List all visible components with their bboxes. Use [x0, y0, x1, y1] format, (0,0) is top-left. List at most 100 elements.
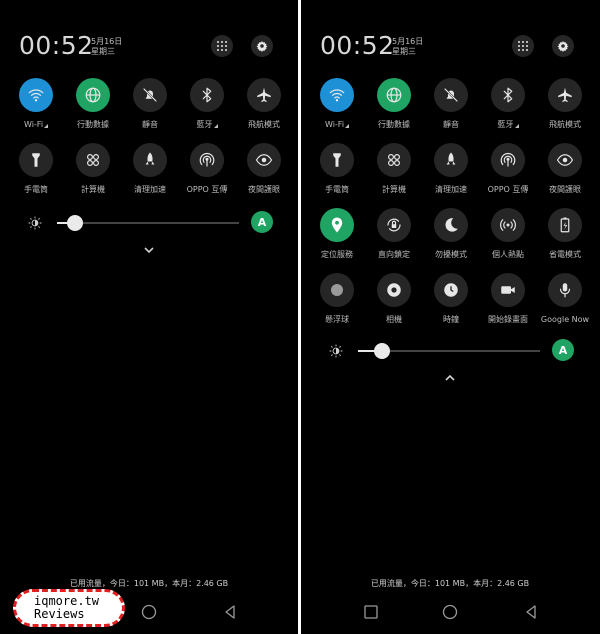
tile-wifi[interactable]: Wi-Fi: [6, 78, 66, 131]
tile-button[interactable]: [377, 78, 411, 112]
tile-button[interactable]: [491, 208, 525, 242]
expand-corner-icon: [345, 123, 350, 128]
tile-button[interactable]: [76, 78, 110, 112]
tile-airplane[interactable]: 飛航模式: [234, 78, 294, 131]
tile-label: 夜間護眼: [248, 185, 280, 194]
tile-button[interactable]: [377, 273, 411, 307]
airplane-icon: [255, 86, 273, 104]
tile-rocket[interactable]: 清理加速: [421, 143, 481, 196]
tile-button[interactable]: [377, 208, 411, 242]
moon-icon: [442, 216, 460, 234]
tile-button[interactable]: [434, 208, 468, 242]
tile-button[interactable]: [133, 143, 167, 177]
tile-location[interactable]: 定位服務: [307, 208, 367, 261]
tile-button[interactable]: [320, 273, 354, 307]
eye-icon: [556, 151, 574, 169]
tile-video-record[interactable]: 開始錄畫面: [478, 273, 538, 326]
collapse-chevron-icon[interactable]: [444, 367, 456, 381]
tile-label-wrap: Wi-Fi: [325, 120, 350, 129]
auto-brightness-button[interactable]: A: [251, 211, 273, 233]
back-button[interactable]: [222, 604, 238, 624]
tile-label-wrap: 靜音: [443, 119, 459, 130]
tile-button[interactable]: [19, 143, 53, 177]
tile-mute-bell[interactable]: 靜音: [421, 78, 481, 131]
expand-corner-icon: [44, 123, 49, 128]
tile-button[interactable]: [19, 78, 53, 112]
tile-label-wrap: 行動數據: [77, 119, 109, 130]
tile-button[interactable]: [491, 273, 525, 307]
brightness-thumb[interactable]: [67, 215, 83, 231]
tile-calculator[interactable]: 計算機: [364, 143, 424, 196]
brightness-slider[interactable]: [358, 343, 540, 359]
tile-hotspot[interactable]: 個人熱點: [478, 208, 538, 261]
tile-battery[interactable]: 省電模式: [535, 208, 595, 261]
tile-label: 開始錄畫面: [488, 315, 528, 324]
tile-button[interactable]: [320, 143, 354, 177]
tile-button[interactable]: [434, 273, 468, 307]
tile-label: Wi-Fi: [23, 120, 44, 129]
tile-wifi[interactable]: Wi-Fi: [307, 78, 367, 131]
globe-icon: [385, 86, 403, 104]
tile-button[interactable]: [320, 208, 354, 242]
tile-label: 手電筒: [24, 185, 48, 194]
tile-eye[interactable]: 夜間護眼: [535, 143, 595, 196]
tile-rotation-lock[interactable]: 直向鎖定: [364, 208, 424, 261]
tile-label-wrap: 定位服務: [321, 249, 353, 260]
settings-button[interactable]: [552, 35, 574, 57]
tile-float-ball[interactable]: 懸浮球: [307, 273, 367, 326]
tile-button[interactable]: [548, 208, 582, 242]
home-button[interactable]: [442, 604, 458, 624]
tile-button[interactable]: [247, 78, 281, 112]
tile-bluetooth[interactable]: 藍牙: [177, 78, 237, 131]
brightness-thumb[interactable]: [374, 343, 390, 359]
tile-share[interactable]: OPPO 互傳: [177, 143, 237, 196]
tile-button[interactable]: [133, 78, 167, 112]
tile-airplane[interactable]: 飛航模式: [535, 78, 595, 131]
back-button[interactable]: [523, 604, 539, 624]
tile-button[interactable]: [434, 143, 468, 177]
tile-button[interactable]: [190, 78, 224, 112]
tile-button[interactable]: [548, 78, 582, 112]
tile-button[interactable]: [434, 78, 468, 112]
tile-label-wrap: 省電模式: [549, 249, 581, 260]
tile-eye[interactable]: 夜間護眼: [234, 143, 294, 196]
tile-label-wrap: 勿擾模式: [435, 249, 467, 260]
tile-share[interactable]: OPPO 互傳: [478, 143, 538, 196]
watermark-line2: Reviews: [34, 607, 85, 621]
tile-bluetooth[interactable]: 藍牙: [478, 78, 538, 131]
tile-calculator[interactable]: 計算機: [63, 143, 123, 196]
tile-button[interactable]: [320, 78, 354, 112]
tile-button[interactable]: [491, 78, 525, 112]
brightness-slider[interactable]: [57, 215, 239, 231]
tile-button[interactable]: [548, 143, 582, 177]
data-usage-text: 已用流量，今日：101 MB，本月：2.46 GB: [370, 579, 530, 588]
tile-mic[interactable]: Google Now: [535, 273, 595, 326]
tile-globe[interactable]: 行動數據: [364, 78, 424, 131]
rocket-icon: [141, 151, 159, 169]
tile-button[interactable]: [247, 143, 281, 177]
recent-apps-button[interactable]: [363, 604, 379, 624]
edit-tiles-button[interactable]: [211, 35, 233, 57]
tile-camera[interactable]: 相機: [364, 273, 424, 326]
tile-mute-bell[interactable]: 靜音: [120, 78, 180, 131]
edit-tiles-button[interactable]: [512, 35, 534, 57]
tile-flashlight[interactable]: 手電筒: [6, 143, 66, 196]
expand-chevron-icon[interactable]: [143, 239, 155, 254]
calculator-icon: [84, 151, 102, 169]
tile-rocket[interactable]: 清理加速: [120, 143, 180, 196]
home-button[interactable]: [141, 604, 157, 624]
tile-moon[interactable]: 勿擾模式: [421, 208, 481, 261]
auto-brightness-button[interactable]: A: [552, 339, 574, 361]
watermark: iqmore.tw Reviews: [13, 589, 125, 627]
tile-globe[interactable]: 行動數據: [63, 78, 123, 131]
tile-button[interactable]: [491, 143, 525, 177]
tile-button[interactable]: [377, 143, 411, 177]
tile-label: 省電模式: [549, 250, 581, 259]
tile-flashlight[interactable]: 手電筒: [307, 143, 367, 196]
tile-clock[interactable]: 時鐘: [421, 273, 481, 326]
tile-button[interactable]: [76, 143, 110, 177]
wifi-icon: [27, 86, 45, 104]
tile-button[interactable]: [548, 273, 582, 307]
tile-button[interactable]: [190, 143, 224, 177]
settings-button[interactable]: [251, 35, 273, 57]
